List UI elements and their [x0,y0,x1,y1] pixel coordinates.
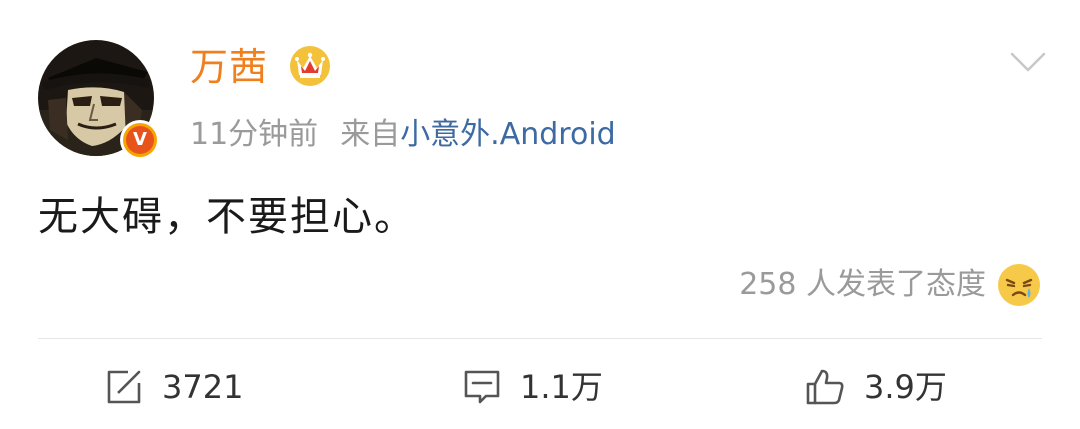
thumbs-up-icon [806,369,844,405]
username[interactable]: 万茜 [190,42,268,92]
verified-badge: V [120,120,160,160]
chevron-down-icon[interactable] [1008,50,1048,74]
verified-badge-ring: V [123,123,157,157]
repost-count: 3721 [162,368,244,406]
crying-face-icon [998,264,1040,306]
post-meta: 11分钟前 来自小意外.Android [190,114,616,156]
share-icon [107,370,141,404]
comment-count: 1.1万 [520,368,603,406]
comment-icon [464,370,500,404]
divider [38,338,1042,339]
crown-icon [290,46,330,86]
comment-button[interactable]: 1.1万 [462,362,603,412]
reactions-summary[interactable]: 258 人发表了态度 [739,262,1042,308]
post-content: 无大碍，不要担心。 [38,194,416,240]
repost-button[interactable]: 3721 [104,362,243,412]
weibo-post-card: V 万茜 11分钟前 来自小意外.Android 无大碍，不要担心。 258 人发… [0,0,1080,429]
like-button[interactable]: 3.9万 [804,362,947,412]
post-time: 11分钟前 [190,117,319,152]
source-link[interactable]: 小意外.Android [400,117,616,152]
source-prefix: 来自 [340,117,401,152]
verified-badge-letter: V [126,126,154,154]
like-count: 3.9万 [864,368,947,406]
reactions-text: 258 人发表了态度 [739,267,986,302]
